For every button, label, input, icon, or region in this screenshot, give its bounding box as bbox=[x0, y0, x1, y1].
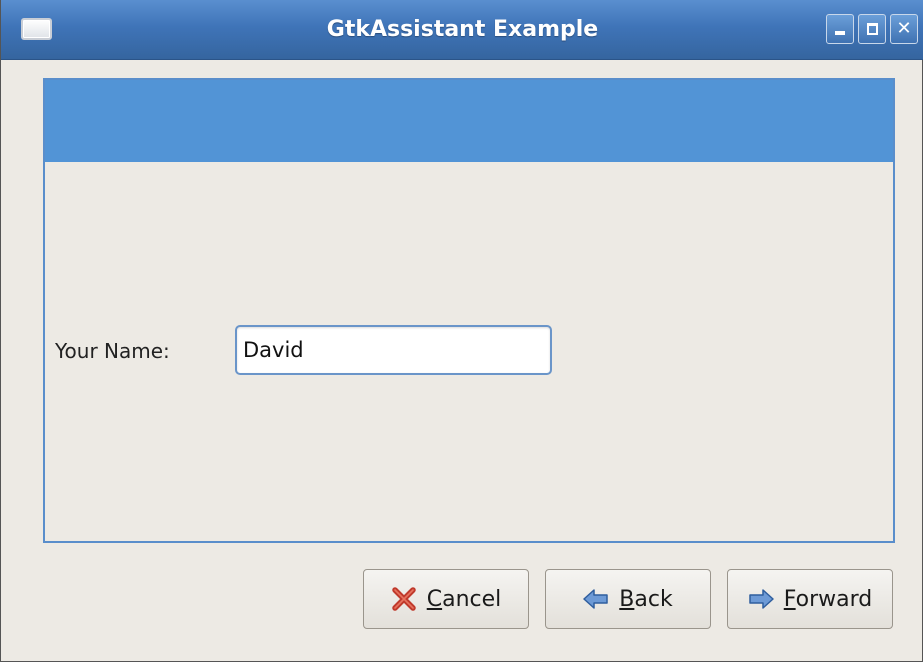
cancel-label: Cancel bbox=[426, 586, 502, 612]
name-label: Your Name: bbox=[55, 339, 170, 363]
close-button[interactable]: ✕ bbox=[890, 14, 918, 44]
maximize-icon bbox=[867, 23, 878, 35]
back-button[interactable]: Back bbox=[545, 569, 711, 629]
title-bar[interactable]: GtkAssistant Example ✕ bbox=[1, 0, 923, 60]
forward-button[interactable]: Forward bbox=[727, 569, 893, 629]
back-label: Back bbox=[619, 586, 673, 612]
cancel-button[interactable]: Cancel bbox=[363, 569, 529, 629]
page-header-band bbox=[45, 80, 893, 162]
name-input[interactable] bbox=[235, 325, 552, 375]
minimize-icon bbox=[835, 31, 845, 35]
forward-arrow-icon bbox=[748, 588, 774, 610]
assistant-page-frame bbox=[43, 78, 895, 543]
cancel-x-icon bbox=[391, 586, 417, 612]
window-title: GtkAssistant Example bbox=[326, 17, 599, 42]
minimize-button[interactable] bbox=[826, 14, 854, 44]
back-arrow-icon bbox=[583, 588, 609, 610]
maximize-button[interactable] bbox=[858, 14, 886, 44]
window-controls: ✕ bbox=[826, 14, 918, 44]
forward-label: Forward bbox=[783, 586, 873, 612]
close-icon: ✕ bbox=[896, 18, 912, 39]
assistant-window: GtkAssistant Example ✕ Your Name: Cancel bbox=[0, 0, 923, 662]
